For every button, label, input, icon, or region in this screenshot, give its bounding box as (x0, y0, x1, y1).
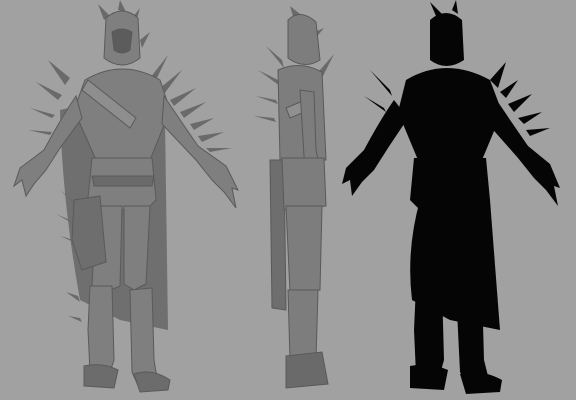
silhouette-shape (342, 0, 560, 394)
side-body (269, 14, 329, 389)
3d-viewport[interactable] (0, 0, 576, 400)
front-body (13, 10, 239, 393)
character-silhouette-view[interactable] (330, 0, 576, 400)
character-front-view[interactable] (0, 0, 250, 400)
